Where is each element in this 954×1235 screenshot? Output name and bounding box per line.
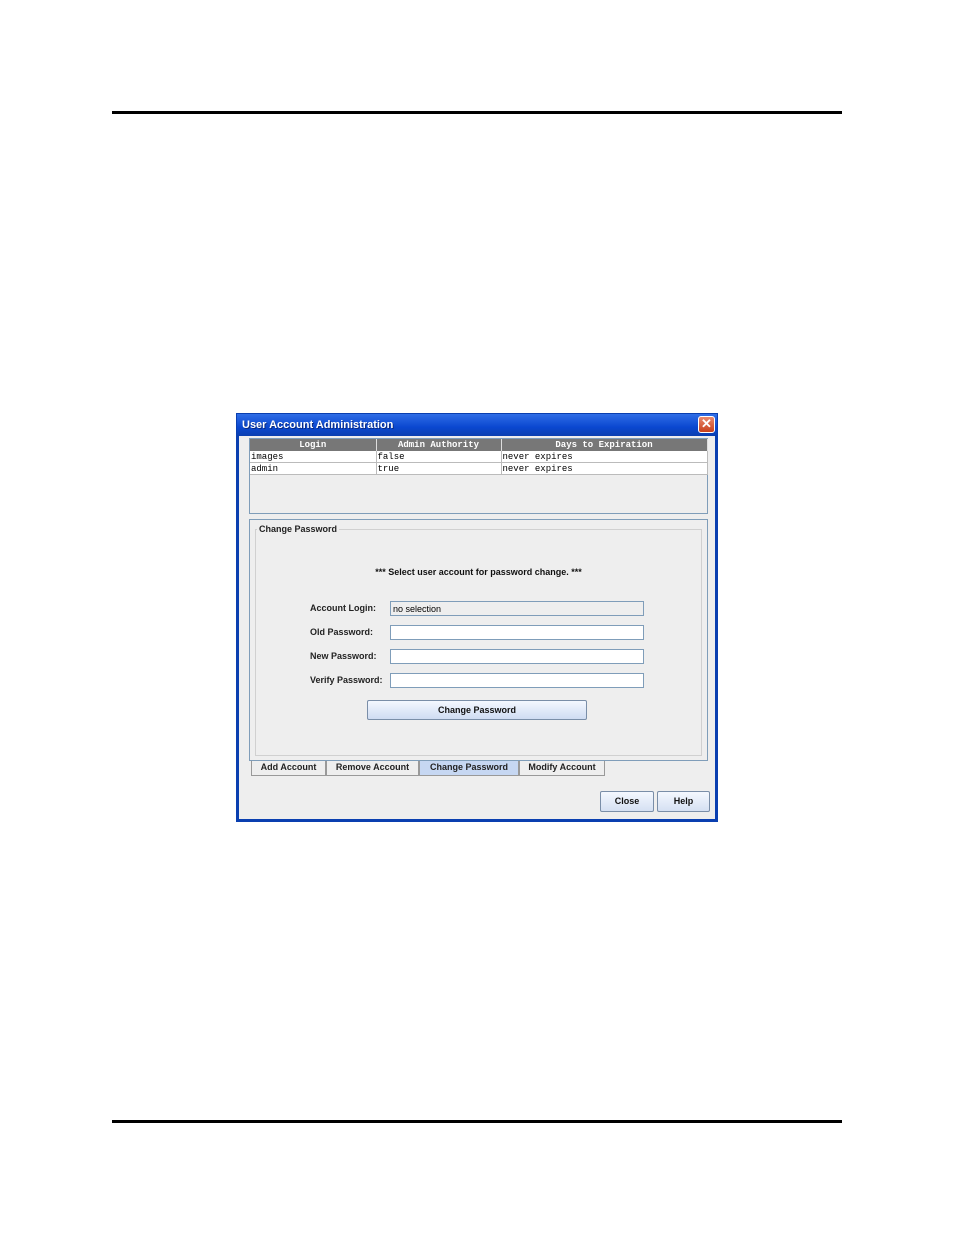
title-bar[interactable]: User Account Administration ✕ (237, 414, 717, 436)
account-login-label: Account Login: (310, 603, 376, 613)
header-rule (112, 111, 842, 114)
tab-remove-account[interactable]: Remove Account (326, 761, 419, 776)
table-row[interactable]: admin true never expires (250, 462, 708, 475)
new-password-label: New Password: (310, 651, 377, 661)
cell-days-to-expiration: never expires (501, 451, 708, 463)
table-header-row: Login Admin Authority Days to Expiration (250, 439, 708, 451)
tab-change-password[interactable]: Change Password (419, 761, 519, 776)
cell-login: admin (250, 462, 377, 475)
column-header-days-to-expiration[interactable]: Days to Expiration (501, 439, 708, 451)
help-button[interactable]: Help (657, 791, 710, 812)
close-icon[interactable]: ✕ (698, 416, 715, 433)
verify-password-field[interactable] (390, 673, 644, 688)
accounts-table: Login Admin Authority Days to Expiration… (249, 438, 708, 514)
change-password-group: Change Password *** Select user account … (255, 524, 702, 756)
cell-login: images (250, 451, 377, 463)
tab-modify-account[interactable]: Modify Account (519, 761, 605, 776)
column-header-login[interactable]: Login (250, 439, 377, 451)
dialog-client-area: Login Admin Authority Days to Expiration… (239, 436, 715, 819)
column-header-admin-authority[interactable]: Admin Authority (376, 439, 502, 451)
old-password-label: Old Password: (310, 627, 374, 637)
account-login-field (390, 601, 644, 616)
cell-days-to-expiration: never expires (501, 462, 708, 475)
table-row[interactable]: images false never expires (250, 451, 708, 463)
tab-add-account[interactable]: Add Account (251, 761, 326, 776)
window-title: User Account Administration (242, 419, 394, 431)
group-legend: Change Password (257, 524, 340, 534)
instruction-text: *** Select user account for password cha… (375, 567, 582, 577)
verify-password-label: Verify Password: (310, 675, 383, 685)
change-password-button[interactable]: Change Password (367, 700, 587, 720)
user-account-dialog: User Account Administration ✕ Login Admi… (236, 413, 718, 822)
footer-rule (112, 1120, 842, 1123)
new-password-field[interactable] (390, 649, 644, 664)
close-button[interactable]: Close (600, 791, 654, 812)
cell-admin-authority: false (376, 451, 502, 463)
cell-admin-authority: true (376, 462, 502, 475)
change-password-panel: Change Password *** Select user account … (249, 519, 708, 761)
old-password-field[interactable] (390, 625, 644, 640)
